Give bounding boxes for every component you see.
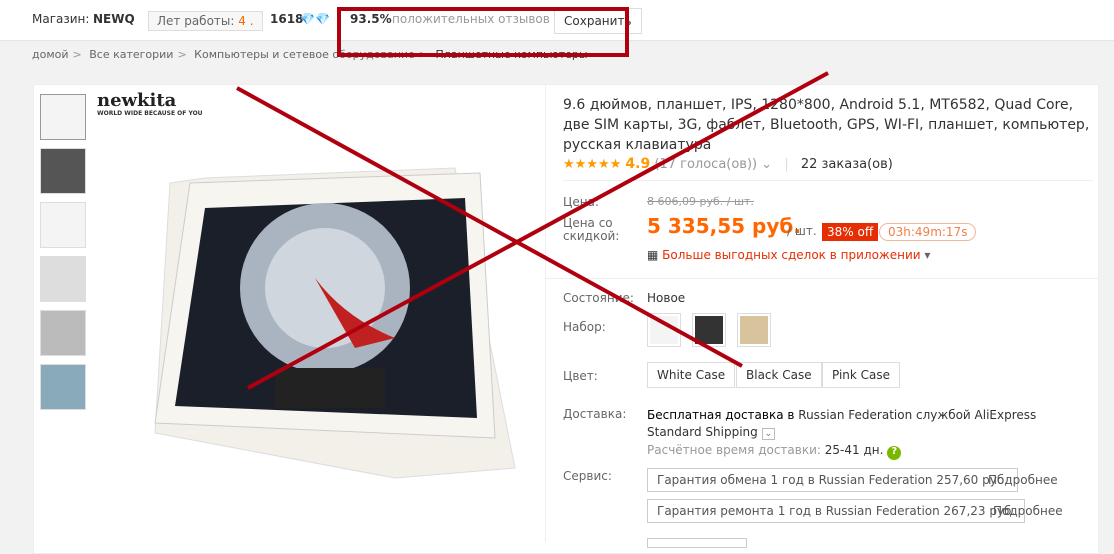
discount-price-label: Цена со скидкой: [563,216,620,243]
condition-value: Новое [647,291,686,305]
set-option-gold[interactable] [737,313,771,347]
thumbnail[interactable] [40,256,86,302]
breadcrumb-home[interactable]: домой [32,48,69,61]
rating-value: 4.9 [625,156,651,172]
service-more-link[interactable]: Подробнее [988,473,1058,487]
thumbnail[interactable] [40,94,86,140]
delivery-value: 25-41 дн. [824,443,884,457]
thumbnail[interactable] [40,310,86,356]
app-deals-link[interactable]: ▦ Больше выгодных сделок в приложении ▾ [647,248,930,262]
column-divider [545,84,546,542]
help-icon[interactable]: ? [887,446,902,460]
color-option-black[interactable]: Black Case [736,362,822,388]
tablet-illustration [154,167,516,479]
diamond-icon: 💎💎 [300,12,330,26]
feedback-label: положительных отзывов [392,12,550,26]
store-header: Магазин: NEWQ Лет работы: 4 . 1618 💎💎 93… [0,0,1114,41]
color-label: Цвет: [563,369,598,383]
delivery-label: Расчётное время доставки: [647,443,821,457]
service-more-link[interactable]: Подробнее [993,504,1063,518]
color-option-white[interactable]: White Case [647,362,736,388]
old-price: 8 606,09 руб. / шт. [647,195,754,208]
set-option-black[interactable] [692,313,726,347]
app-deals-text: Больше выгодных сделок в приложении [662,248,921,262]
color-option-pink[interactable]: Pink Case [822,362,901,388]
divider [546,278,1098,279]
breadcrumb: домой > Все категории > Компьютеры и сетев… [32,48,588,61]
star-rating-icon: ★★★★★ [563,157,622,172]
shipping-label: Доставка: [563,407,627,421]
store-score: 1618 [270,12,304,26]
feedback-dropdown[interactable]: положительных отзывов ⌄ [392,12,564,26]
product-image[interactable]: newkita WORLD WIDE BECAUSE OF YOU [95,88,525,490]
delivery-time: Расчётное время доставки: 25-41 дн. ? [647,443,902,460]
votes-link[interactable]: (17 голоса(ов)) [654,157,757,172]
years-badge: Лет работы: 4 . [148,11,263,31]
rating-row: ★★★★★ 4.9 (17 голоса(ов)) ⌄ | 22 заказа(… [563,156,893,172]
shipping-info: Бесплатная доставка в Russian Federation… [647,407,1087,443]
quantity-box[interactable] [647,538,747,548]
price-label: Цена: [563,195,599,209]
feedback-percent: 93.5% [350,12,392,26]
breadcrumb-tablets[interactable]: Планшетные компьютеры [436,48,588,61]
set-option-white[interactable] [647,313,681,347]
set-label: Набор: [563,320,606,334]
thumbnail[interactable] [40,202,86,248]
years-label: Лет работы: [157,14,235,28]
current-price: 5 335,55 руб. [647,214,801,238]
service-label: Сервис: [563,469,612,483]
breadcrumb-computers[interactable]: Компьютеры и сетевое оборудование [194,48,415,61]
thumbnail[interactable] [40,364,86,410]
save-button[interactable]: Сохранить [554,8,642,34]
shipping-free: Бесплатная доставка в [647,408,795,422]
service-option-exchange[interactable]: Гарантия обмена 1 год в Russian Federati… [647,468,1019,492]
orders-count: 22 заказа(ов) [800,157,893,172]
product-title: 9.6 дюймов, планшет, IPS, 1280*800, Andr… [563,97,1090,153]
countdown-timer: 03h:49m:17s [879,223,977,241]
service-option-repair[interactable]: Гарантия ремонта 1 год в Russian Federat… [647,499,1026,523]
shipping-dropdown[interactable]: ⌄ [761,428,776,440]
qr-code-icon: ▦ [647,248,659,262]
years-value: 4 . [238,14,254,28]
breadcrumb-all-categories[interactable]: Все категории [89,48,173,61]
store-label: Магазин: [32,12,90,26]
thumbnail[interactable] [40,148,86,194]
discount-badge: 38% off [822,223,879,241]
divider [563,180,1093,181]
price-unit: / шт. [787,224,817,238]
condition-label: Состояние: [563,291,634,305]
store-name[interactable]: NEWQ [93,12,135,26]
